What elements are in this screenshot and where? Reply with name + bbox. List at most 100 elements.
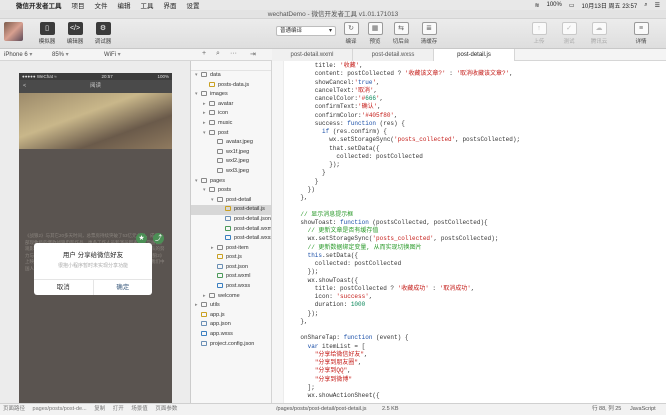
tree-folder[interactable]: ▾ posts bbox=[191, 186, 271, 196]
menu-item-view[interactable]: 界面 bbox=[164, 0, 177, 10]
code-line[interactable]: }, bbox=[286, 318, 664, 326]
tree-file[interactable]: app.json bbox=[191, 320, 271, 330]
tree-file[interactable]: wx1f.jpeg bbox=[191, 148, 271, 158]
code-line[interactable]: if (res.confirm) { bbox=[286, 128, 664, 136]
menu-item-tools[interactable]: 工具 bbox=[141, 0, 154, 10]
code-line[interactable]: this.setData({ bbox=[286, 252, 664, 260]
tree-file[interactable]: wxl2.jpeg bbox=[191, 157, 271, 167]
tree-folder[interactable]: ▸ welcome bbox=[191, 292, 271, 302]
code-line[interactable] bbox=[286, 326, 664, 334]
editor-button[interactable]: </> 编辑器 bbox=[62, 22, 88, 45]
code-line[interactable]: wx.showActionSheet({ bbox=[286, 392, 664, 400]
add-icon[interactable]: + bbox=[202, 50, 206, 57]
network-select[interactable]: WiFi bbox=[104, 51, 121, 58]
tencent-cloud-button[interactable]: ☁ 腾讯云 bbox=[586, 22, 612, 45]
test-button[interactable]: ✓ 测试 bbox=[556, 22, 582, 45]
device-select[interactable]: iPhone 6 bbox=[4, 51, 32, 58]
user-avatar[interactable] bbox=[4, 22, 23, 41]
code-line[interactable]: }); bbox=[286, 268, 664, 276]
code-line[interactable]: // 显示消息提示框 bbox=[286, 211, 664, 219]
code-line[interactable]: wx.setStorageSync('posts_collected', pos… bbox=[286, 136, 664, 144]
code-line[interactable]: duration: 1000 bbox=[286, 301, 664, 309]
code-line[interactable]: confirmText:'确认', bbox=[286, 103, 664, 111]
tree-file[interactable]: post.wxss bbox=[191, 282, 271, 292]
code-line[interactable]: that.setData({ bbox=[286, 145, 664, 153]
code-line[interactable]: icon: 'success', bbox=[286, 293, 664, 301]
code-line[interactable]: cancelColor:'#666', bbox=[286, 95, 664, 103]
back-icon[interactable]: < bbox=[23, 80, 26, 93]
code-line[interactable]: } bbox=[286, 178, 664, 186]
menu-item-settings[interactable]: 设置 bbox=[187, 0, 200, 10]
code-line[interactable]: content: postCollected ? '收藏该文章?' : '取消收… bbox=[286, 70, 664, 78]
code-line[interactable]: ]; bbox=[286, 384, 664, 392]
open-link[interactable]: 打开 bbox=[113, 406, 124, 412]
code-line[interactable]: onShareTap: function (event) { bbox=[286, 334, 664, 342]
tree-folder[interactable]: ▾ images bbox=[191, 90, 271, 100]
phone-screen[interactable]: ●●●●● WeChat ≈ 20:57 100% < 阅读 《战狼2》与其它2… bbox=[19, 73, 172, 403]
simulator-button[interactable]: ▯ 模拟器 bbox=[34, 22, 60, 45]
tree-file[interactable]: app.wxss bbox=[191, 330, 271, 340]
code-line[interactable]: success: function (res) { bbox=[286, 120, 664, 128]
cut-background-button[interactable]: ⇆ 切后台 bbox=[388, 22, 414, 45]
tree-file[interactable]: app.js bbox=[191, 311, 271, 321]
tree-folder[interactable]: ▸ music bbox=[191, 119, 271, 129]
search-file-icon[interactable]: ⌕ bbox=[216, 50, 220, 58]
code-line[interactable]: "分享给微信好友", bbox=[286, 351, 664, 359]
code-line[interactable]: }) bbox=[286, 186, 664, 194]
tree-file[interactable]: post.js bbox=[191, 253, 271, 263]
code-line[interactable]: "分享到QQ", bbox=[286, 367, 664, 375]
app-menu[interactable]: 微信开发者工具 bbox=[16, 0, 62, 10]
tree-file[interactable]: post.wxml bbox=[191, 272, 271, 282]
tab-post-detail-wxml[interactable]: post-detail.wxml bbox=[272, 49, 353, 61]
tree-folder[interactable]: ▸ post-item bbox=[191, 244, 271, 254]
tree-file[interactable]: post-detail.wxml bbox=[191, 225, 271, 235]
modal-cancel-button[interactable]: 取消 bbox=[34, 280, 94, 295]
tree-folder[interactable]: ▸ utils bbox=[191, 301, 271, 311]
tree-file[interactable]: post-detail.js bbox=[191, 205, 271, 215]
tree-folder[interactable]: ▾ post-detail bbox=[191, 196, 271, 206]
code-line[interactable] bbox=[286, 202, 664, 210]
code-line[interactable]: wx.setStorageSync('posts_collected', pos… bbox=[286, 235, 664, 243]
compile-button[interactable]: ↻ 编译 bbox=[338, 22, 364, 45]
tree-file[interactable]: posts-data.js bbox=[191, 81, 271, 91]
tree-folder[interactable]: ▾ post bbox=[191, 129, 271, 139]
tree-folder[interactable]: ▸ avatar bbox=[191, 100, 271, 110]
code-line[interactable]: wx.showToast({ bbox=[286, 277, 664, 285]
code-line[interactable]: collected: postCollected bbox=[286, 153, 664, 161]
search-icon[interactable]: ⌕ bbox=[644, 2, 647, 9]
tree-folder[interactable]: ▾ data bbox=[191, 71, 271, 81]
debugger-button[interactable]: ⚙ 调试器 bbox=[90, 22, 116, 45]
details-button[interactable]: ≡ 详情 bbox=[628, 22, 654, 45]
zoom-select[interactable]: 85% bbox=[52, 51, 69, 58]
code-line[interactable]: var itemList = [ bbox=[286, 343, 664, 351]
code-line[interactable]: showCancel:'true', bbox=[286, 79, 664, 87]
copy-link[interactable]: 复制 bbox=[94, 406, 105, 412]
battery-icon[interactable]: ▭ bbox=[569, 2, 575, 9]
code-line[interactable]: "分享到朋友圈", bbox=[286, 359, 664, 367]
menu-item-edit[interactable]: 编辑 bbox=[118, 0, 131, 10]
menu-item-file[interactable]: 文件 bbox=[95, 0, 108, 10]
tree-folder[interactable]: ▸ icon bbox=[191, 109, 271, 119]
tree-folder[interactable]: ▾ pages bbox=[191, 177, 271, 187]
tree-file[interactable]: wxl3.jpeg bbox=[191, 167, 271, 177]
code-line[interactable]: cancelText:'取消', bbox=[286, 87, 664, 95]
preview-button[interactable]: ▦ 预览 bbox=[362, 22, 388, 45]
upload-button[interactable]: ↑ 上传 bbox=[526, 22, 552, 45]
tree-file[interactable]: post-detail.wxss bbox=[191, 234, 271, 244]
share-icon[interactable]: ⤴ bbox=[153, 233, 164, 244]
tree-file[interactable]: avatar.jpeg bbox=[191, 138, 271, 148]
code-line[interactable]: confirmColor:'#405f80', bbox=[286, 112, 664, 120]
modal-ok-button[interactable]: 确定 bbox=[94, 280, 153, 295]
split-view-icon[interactable]: ⇥ bbox=[250, 50, 256, 58]
menu-list-icon[interactable]: ☰ bbox=[655, 2, 660, 9]
code-line[interactable]: showToast: function (postsCollected, pos… bbox=[286, 219, 664, 227]
clock[interactable]: 10月13日 周五 23:57 bbox=[582, 1, 638, 10]
tree-file[interactable]: post.json bbox=[191, 263, 271, 273]
tree-file[interactable]: project.config.json bbox=[191, 340, 271, 350]
menu-item-project[interactable]: 项目 bbox=[72, 0, 85, 10]
code-line[interactable]: title: '收藏', bbox=[286, 62, 664, 70]
code-line[interactable]: // 更新文章是否有缓存值 bbox=[286, 227, 664, 235]
tab-post-detail-js[interactable]: post-detail.js bbox=[434, 49, 515, 61]
code-line[interactable]: // 更新数据绑定变量, 从而实现切换图片 bbox=[286, 244, 664, 252]
tab-post-detail-wxss[interactable]: post-detail.wxss bbox=[353, 49, 434, 61]
